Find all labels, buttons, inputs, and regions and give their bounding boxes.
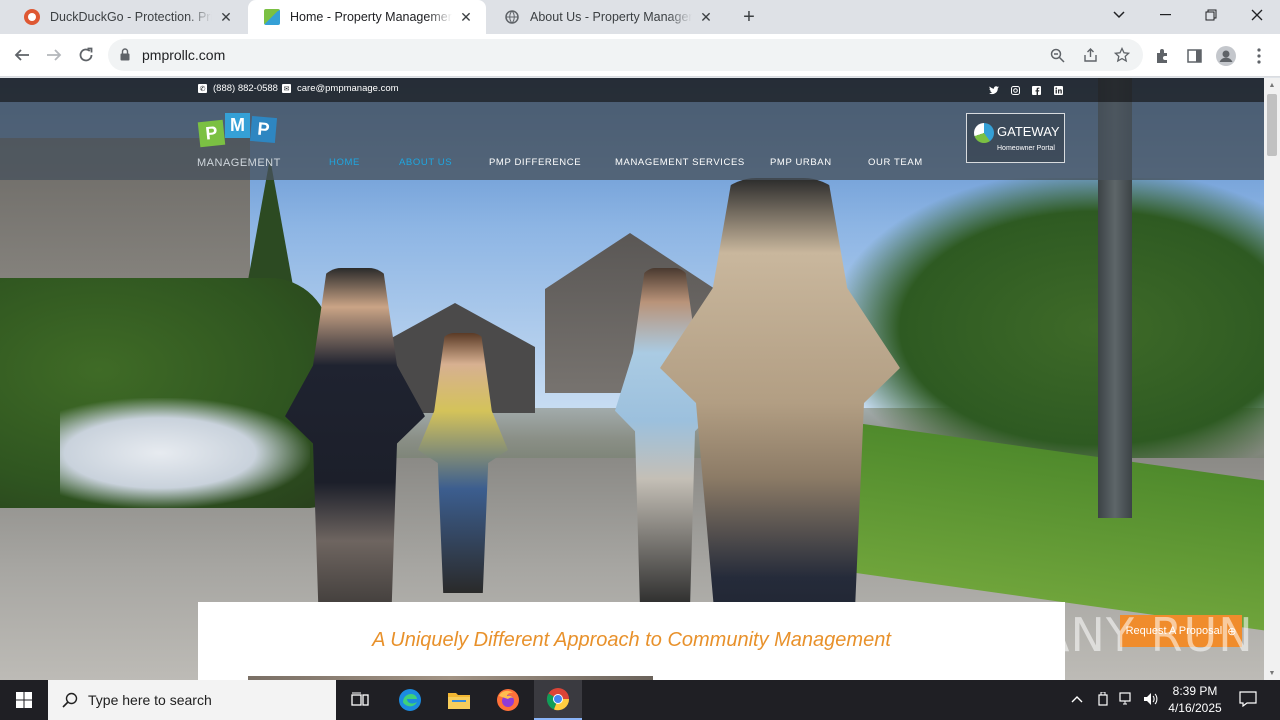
new-tab-button[interactable]: + (737, 5, 761, 29)
envelope-icon: ✉ (282, 84, 291, 93)
nav-home[interactable]: HOME (329, 157, 360, 168)
hero-flowers (60, 398, 310, 508)
logo-letter-1: P (197, 119, 226, 148)
logo-letter-3: P (249, 115, 278, 144)
tab-title: DuckDuckGo - Protection. Privacy (50, 10, 212, 24)
nav-our-team[interactable]: OUR TEAM (868, 157, 923, 168)
phone-icon: ✆ (198, 84, 207, 93)
nav-pmp-difference[interactable]: PMP DIFFERENCE (489, 157, 581, 168)
search-icon (62, 692, 78, 708)
twitter-icon[interactable] (988, 84, 1000, 96)
nav-pmp-urban[interactable]: PMP URBAN (770, 157, 832, 168)
logo-text: MANAGEMENT (197, 157, 281, 169)
profile-avatar-icon[interactable] (1215, 45, 1237, 67)
zoom-icon[interactable] (1047, 46, 1067, 64)
close-tab-icon[interactable]: ✕ (458, 9, 474, 25)
browser-toolbar: pmprollc.com (0, 34, 1280, 77)
tab-duckduckgo[interactable]: DuckDuckGo - Protection. Privacy ✕ (8, 0, 246, 34)
windows-taskbar: Type here to search 8:39 PM 4/16/2025 (0, 680, 1280, 720)
gateway-logo-icon (974, 123, 994, 143)
tab-search-icon[interactable] (1096, 0, 1142, 30)
bookmark-star-icon[interactable] (1112, 46, 1132, 64)
minimize-button[interactable] (1142, 0, 1188, 30)
tagline-heading: A Uniquely Different Approach to Communi… (372, 629, 891, 651)
taskbar-search-box[interactable]: Type here to search (48, 680, 336, 720)
contact-bar: ✆ (888) 882-0588 ✉ care@pmpmanage.com (0, 78, 1264, 102)
pmp-favicon (264, 9, 280, 25)
share-icon[interactable] (1080, 46, 1100, 64)
windows-start-button[interactable] (0, 680, 48, 720)
logo-letter-2: M (225, 113, 250, 138)
scrollbar-thumb[interactable] (1267, 94, 1277, 156)
close-tab-icon[interactable]: ✕ (698, 9, 714, 25)
restore-button[interactable] (1188, 0, 1234, 30)
volume-icon[interactable] (1143, 692, 1159, 709)
tab-title: Home - Property Management Pro (290, 10, 452, 24)
clock-date: 4/16/2025 (1168, 701, 1222, 715)
facebook-icon[interactable] (1030, 84, 1042, 96)
email-contact[interactable]: ✉ care@pmpmanage.com (282, 83, 399, 94)
firefox-icon[interactable] (484, 680, 532, 720)
reload-icon[interactable] (71, 40, 101, 70)
nav-management-services[interactable]: MANAGEMENT SERVICES (615, 157, 745, 168)
edge-icon[interactable] (386, 680, 434, 720)
show-hidden-icons[interactable] (1071, 692, 1083, 706)
nav-about-us[interactable]: ABOUT US (399, 157, 452, 168)
usb-device-icon[interactable] (1096, 691, 1110, 709)
duckduckgo-icon (24, 9, 40, 25)
scroll-down-icon[interactable]: ▼ (1264, 666, 1280, 680)
address-bar[interactable]: pmprollc.com (108, 39, 1143, 71)
tab-strip: DuckDuckGo - Protection. Privacy ✕ Home … (0, 0, 1280, 34)
gateway-portal-button[interactable]: GATEWAY Homeowner Portal (966, 113, 1065, 163)
globe-icon (504, 9, 520, 25)
forward-icon[interactable] (39, 40, 69, 70)
lock-icon[interactable] (120, 48, 130, 61)
linkedin-icon[interactable] (1052, 84, 1064, 96)
network-icon[interactable] (1119, 692, 1135, 709)
intro-card: A Uniquely Different Approach to Communi… (198, 602, 1065, 680)
windows-logo-icon (16, 692, 32, 708)
close-tab-icon[interactable]: ✕ (218, 9, 234, 25)
email-address: care@pmpmanage.com (297, 83, 399, 94)
task-view-icon[interactable] (336, 680, 384, 720)
notifications-icon[interactable] (1239, 691, 1257, 710)
chrome-icon[interactable] (534, 680, 582, 720)
tab-home[interactable]: Home - Property Management Pro ✕ (248, 0, 486, 34)
system-clock[interactable]: 8:39 PM 4/16/2025 (1160, 683, 1230, 717)
chrome-menu-icon[interactable] (1248, 45, 1270, 67)
gateway-subtitle: Homeowner Portal (997, 145, 1055, 152)
anyrun-watermark: ANY RUN (1038, 608, 1254, 662)
tab-title: About Us - Property Management (530, 10, 692, 24)
side-panel-icon[interactable] (1183, 45, 1205, 67)
page-viewport: ✆ (888) 882-0588 ✉ care@pmpmanage.com P … (0, 78, 1264, 680)
extensions-icon[interactable] (1151, 45, 1173, 67)
instagram-icon[interactable] (1009, 84, 1021, 96)
back-icon[interactable] (7, 40, 37, 70)
close-window-button[interactable] (1234, 0, 1280, 30)
tab-about[interactable]: About Us - Property Management ✕ (488, 0, 726, 34)
page-scrollbar[interactable]: ▲ ▼ (1264, 78, 1280, 680)
scroll-up-icon[interactable]: ▲ (1264, 78, 1280, 92)
phone-contact[interactable]: ✆ (888) 882-0588 (198, 83, 278, 94)
clock-time: 8:39 PM (1172, 684, 1218, 698)
url-text: pmprollc.com (142, 47, 226, 63)
file-explorer-icon[interactable] (435, 680, 483, 720)
gateway-title: GATEWAY (997, 124, 1060, 139)
site-header: P M P MANAGEMENT HOME ABOUT US PMP DIFFE… (0, 102, 1264, 180)
pmp-logo[interactable]: P M P MANAGEMENT (197, 109, 282, 173)
search-placeholder: Type here to search (88, 692, 212, 708)
phone-number: (888) 882-0588 (213, 83, 278, 94)
